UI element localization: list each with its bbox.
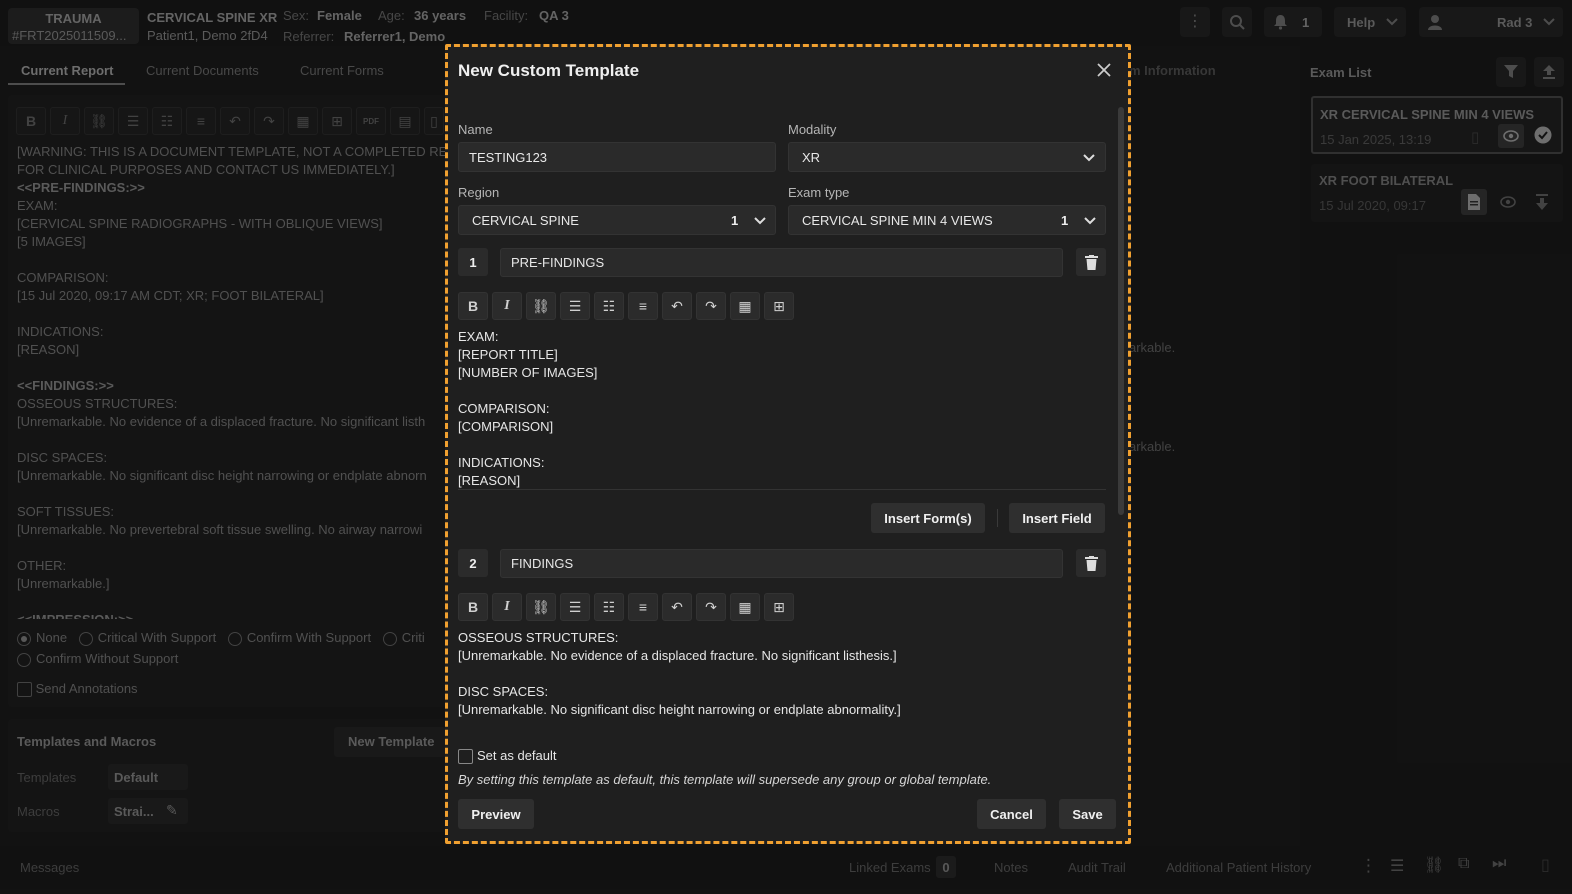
link-icon: ⛓ <box>532 297 550 314</box>
exam-type-count: 1 <box>1061 213 1069 228</box>
insert-field-button[interactable]: Insert Field <box>1009 503 1105 533</box>
modality-label: Modality <box>788 122 837 137</box>
chevron-down-icon <box>1083 154 1095 162</box>
cancel-button[interactable]: Cancel <box>977 799 1046 829</box>
name-input[interactable]: TESTING123 <box>458 142 776 172</box>
exam-type-value: CERVICAL SPINE MIN 4 VIEWS <box>802 212 993 228</box>
section-number: 1 <box>458 248 488 276</box>
ordered-list-icon: ☰ <box>568 297 582 314</box>
align-icon: ≡ <box>638 298 648 314</box>
section-title-input[interactable]: FINDINGS <box>500 549 1063 578</box>
bullet-list-button[interactable]: ☷ <box>594 593 624 621</box>
delete-section-button[interactable] <box>1076 549 1106 577</box>
bullet-list-button[interactable]: ☷ <box>594 292 624 320</box>
modality-value: XR <box>802 149 821 165</box>
section-body-editor[interactable]: OSSEOUS STRUCTURES: [Unremarkable. No ev… <box>458 629 901 719</box>
divider <box>458 489 1106 490</box>
trash-icon <box>1084 254 1098 270</box>
link-button[interactable]: ⛓ <box>526 292 556 320</box>
region-count: 1 <box>731 213 739 228</box>
bold-icon: B <box>467 298 479 314</box>
ordered-list-button[interactable]: ☰ <box>560 593 590 621</box>
table-button[interactable]: ▦ <box>730 292 760 320</box>
section-body-editor[interactable]: EXAM: [REPORT TITLE] [NUMBER OF IMAGES] … <box>458 328 597 490</box>
ordered-list-button[interactable]: ☰ <box>560 292 590 320</box>
ordered-list-icon: ☰ <box>568 598 582 615</box>
italic-button[interactable]: I <box>492 593 522 621</box>
redo-button[interactable]: ↷ <box>696 292 726 320</box>
italic-icon: I <box>504 599 510 614</box>
grid-button[interactable]: ⊞ <box>764 593 794 621</box>
region-select[interactable]: CERVICAL SPINE 1 <box>458 205 776 235</box>
undo-icon: ↶ <box>671 297 683 314</box>
bold-button[interactable]: B <box>458 292 488 320</box>
divider <box>997 509 998 527</box>
chevron-down-icon <box>754 217 766 225</box>
grid-icon: ⊞ <box>773 598 785 615</box>
save-button[interactable]: Save <box>1059 799 1116 829</box>
grid-icon: ⊞ <box>773 297 785 314</box>
section-number: 2 <box>458 549 488 577</box>
italic-button[interactable]: I <box>492 292 522 320</box>
modality-select[interactable]: XR <box>788 142 1106 172</box>
checkbox-icon <box>458 749 473 765</box>
preview-button[interactable]: Preview <box>458 799 534 829</box>
align-button[interactable]: ≡ <box>628 593 658 621</box>
exam-type-label: Exam type <box>788 185 850 200</box>
redo-icon: ↷ <box>705 297 717 314</box>
chevron-down-icon <box>1084 217 1096 225</box>
close-icon[interactable] <box>1097 63 1111 77</box>
region-value: CERVICAL SPINE <box>472 212 579 228</box>
undo-icon: ↶ <box>671 598 683 615</box>
grid-button[interactable]: ⊞ <box>764 292 794 320</box>
redo-button[interactable]: ↷ <box>696 593 726 621</box>
table-button[interactable]: ▦ <box>730 593 760 621</box>
bullet-list-icon: ☷ <box>602 297 616 314</box>
set-default-label: Set as default <box>477 748 557 763</box>
modal-scrollbar[interactable] <box>1118 107 1124 515</box>
italic-icon: I <box>504 298 510 313</box>
align-button[interactable]: ≡ <box>628 292 658 320</box>
table-icon: ▦ <box>738 598 752 615</box>
redo-icon: ↷ <box>705 598 717 615</box>
set-default-checkbox[interactable]: Set as default <box>458 748 557 765</box>
insert-forms-button[interactable]: Insert Form(s) <box>871 503 985 533</box>
section-title-input[interactable]: PRE-FINDINGS <box>500 248 1063 277</box>
delete-section-button[interactable] <box>1076 248 1106 276</box>
link-icon: ⛓ <box>532 598 550 615</box>
name-label: Name <box>458 122 493 137</box>
modal-title: New Custom Template <box>458 61 640 80</box>
align-icon: ≡ <box>638 599 648 615</box>
undo-button[interactable]: ↶ <box>662 292 692 320</box>
link-button[interactable]: ⛓ <box>526 593 556 621</box>
exam-type-select[interactable]: CERVICAL SPINE MIN 4 VIEWS 1 <box>788 205 1106 235</box>
default-note: By setting this template as default, thi… <box>458 772 992 787</box>
table-icon: ▦ <box>738 297 752 314</box>
bold-icon: B <box>467 599 479 615</box>
new-template-modal: New Custom Template Name TESTING123 Moda… <box>445 44 1131 844</box>
undo-button[interactable]: ↶ <box>662 593 692 621</box>
bold-button[interactable]: B <box>458 593 488 621</box>
trash-icon <box>1084 555 1098 571</box>
region-label: Region <box>458 185 500 200</box>
bullet-list-icon: ☷ <box>602 598 616 615</box>
